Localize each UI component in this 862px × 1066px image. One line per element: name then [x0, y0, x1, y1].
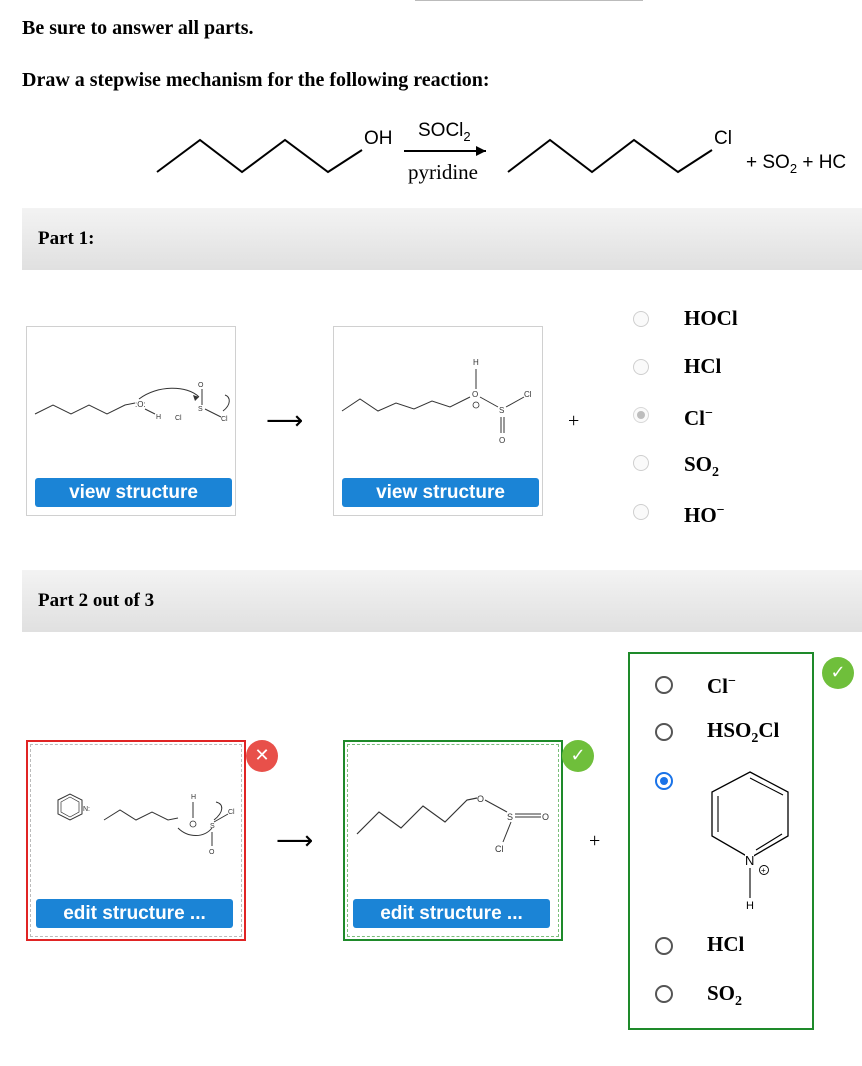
svg-text:O: O [477, 794, 484, 804]
reagent-socl2: SOCl2 [418, 120, 471, 144]
part1-header: Part 1: [22, 208, 862, 270]
svg-text:Cl: Cl [175, 415, 182, 422]
svg-text:O: O [209, 849, 215, 856]
part1-label: Part 1: [38, 228, 95, 249]
part2-option-pyridinium-structure[interactable]: + N H [700, 764, 804, 916]
svg-text:Cl: Cl [221, 416, 228, 423]
svg-text::O:: :O: [135, 400, 146, 409]
part2-option-pyridinium-radio-selected[interactable] [655, 772, 673, 790]
part2-option-chloride-label[interactable]: Cl− [707, 674, 736, 699]
part2-option-chloride-radio[interactable] [655, 676, 673, 694]
pyridinium-n-label: N [745, 853, 755, 868]
reagent-pyridine: pyridine [408, 160, 478, 184]
svg-text:O: O [472, 390, 478, 399]
part2-structure-2-drawing: O S O Cl [356, 794, 549, 854]
part2-header: Part 2 out of 3 [22, 570, 862, 632]
part2-structure-box-1-incorrect[interactable]: N: H S Cl O edit structure ... [26, 740, 246, 941]
svg-text:N:: N: [83, 806, 90, 813]
part2-structure-box-2-correct[interactable]: O S O Cl edit structure ... [343, 740, 563, 941]
part1-structure-box-1[interactable]: :O: H Cl O S Cl view structure [26, 326, 236, 516]
pyridinium-drawing: + [711, 771, 789, 898]
instruction-answer-all: Be sure to answer all parts. [22, 17, 254, 39]
part2-edit-structure-button-1[interactable]: edit structure ... [36, 899, 233, 928]
part1-option-so2-radio[interactable] [633, 455, 649, 471]
svg-text:Cl: Cl [524, 390, 532, 399]
part2-option-so2-radio[interactable] [655, 985, 673, 1003]
part1-structure-box-2[interactable]: H O S Cl O view structure [333, 326, 543, 516]
svg-text:+: + [761, 866, 766, 875]
part1-view-structure-button-2[interactable]: view structure [342, 478, 539, 507]
pyridinium-h-label: H [746, 900, 754, 912]
top-divider [415, 0, 643, 1]
part1-option-hcl-radio[interactable] [633, 359, 649, 375]
part1-option-chloride-radio-selected[interactable] [633, 407, 649, 423]
svg-text:H: H [473, 358, 479, 367]
part2-mechanism-arrow: ⟶ [276, 826, 314, 856]
svg-text:O: O [499, 436, 505, 445]
part2-box1-incorrect-icon: ✕ [246, 740, 278, 772]
svg-text:H: H [191, 794, 196, 801]
product-chain [507, 138, 713, 174]
svg-text:O: O [198, 382, 204, 389]
part1-option-hocl-radio[interactable] [633, 311, 649, 327]
reaction-arrowhead [476, 146, 486, 156]
reactant-chain [156, 138, 363, 174]
svg-text:S: S [198, 406, 203, 413]
part2-option-hcl-label[interactable]: HCl [707, 932, 744, 957]
part2-option-so2-label[interactable]: SO2 [707, 981, 742, 1010]
reactant-oh-label: OH [364, 128, 393, 149]
reaction-byproducts: + SO2 + HC [746, 152, 847, 176]
svg-text:S: S [499, 406, 504, 415]
part2-option-hso2cl-radio[interactable] [655, 723, 673, 741]
part1-plus: + [568, 410, 580, 432]
svg-text:S: S [507, 812, 513, 822]
part1-mechanism-arrow: ⟶ [266, 406, 304, 436]
part1-option-hcl-label[interactable]: HCl [684, 354, 721, 379]
part1-option-so2-label[interactable]: SO2 [684, 452, 719, 481]
part1-view-structure-button-1[interactable]: view structure [35, 478, 232, 507]
part1-structure-2-drawing: H O S Cl O [341, 358, 532, 445]
svg-text:Cl: Cl [228, 809, 235, 816]
part2-structure-1-drawing: N: H S Cl O [57, 793, 235, 856]
svg-text:H: H [156, 414, 161, 421]
part1-option-hydroxide-label[interactable]: HO− [684, 503, 725, 528]
part2-label: Part 2 out of 3 [38, 590, 155, 611]
product-cl-label: Cl [714, 128, 732, 149]
part2-option-hcl-radio[interactable] [655, 937, 673, 955]
overall-reaction: OH SOCl2 pyridine Cl + SO2 + HC [0, 110, 862, 200]
part2-options-correct-icon: ✓ [822, 657, 854, 689]
part2-plus: + [589, 830, 601, 852]
part1-structure-1-drawing: :O: H Cl O S Cl [34, 382, 230, 423]
part2-option-hso2cl-label[interactable]: HSO2Cl [707, 718, 779, 747]
svg-text:O: O [542, 812, 549, 822]
part1-option-chloride-label[interactable]: Cl− [684, 406, 713, 431]
part1-option-hydroxide-radio[interactable] [633, 504, 649, 520]
svg-text:Cl: Cl [495, 844, 504, 854]
part2-edit-structure-button-2[interactable]: edit structure ... [353, 899, 550, 928]
part2-box2-correct-icon: ✓ [562, 740, 594, 772]
part1-option-hocl-label[interactable]: HOCl [684, 306, 738, 331]
instruction-draw-mechanism: Draw a stepwise mechanism for the follow… [22, 69, 490, 91]
